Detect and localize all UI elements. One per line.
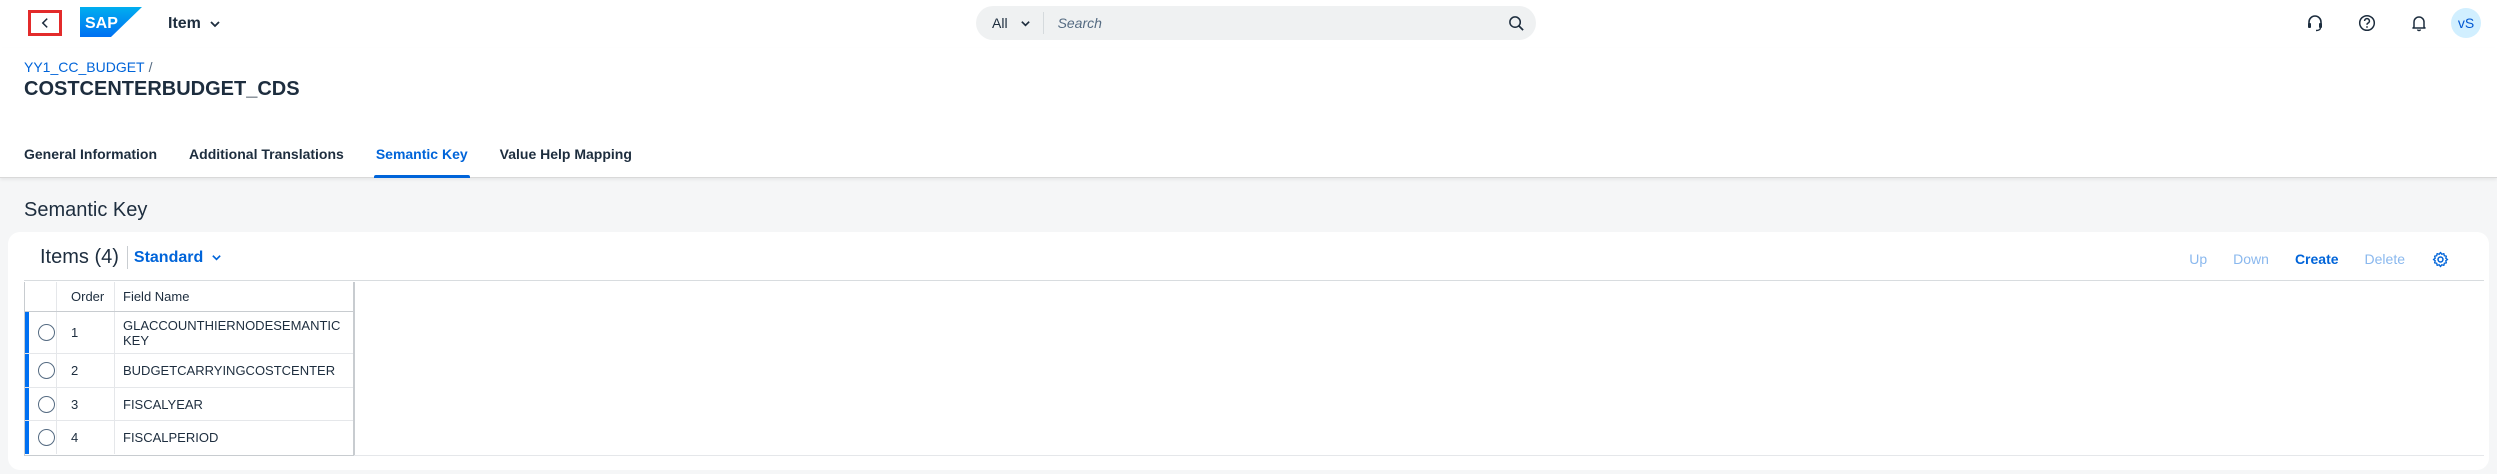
table-empty-area: [354, 282, 2484, 456]
gear-icon: [2432, 251, 2448, 267]
table-row[interactable]: 2 BUDGETCARRYINGCOSTCENTER: [25, 354, 353, 388]
breadcrumb: YY1_CC_BUDGET /: [24, 59, 152, 75]
row-select-radio[interactable]: [38, 362, 55, 379]
table-toolbar: Up Down Create Delete: [2189, 250, 2449, 268]
delete-button[interactable]: Delete: [2365, 251, 2405, 267]
app-title-menu[interactable]: Item: [168, 12, 221, 36]
object-page-header: YY1_CC_BUDGET / COSTCENTERBUDGET_CDS Gen…: [0, 48, 2497, 178]
chevron-down-icon: [1020, 20, 1030, 27]
variant-management[interactable]: Standard: [134, 249, 222, 267]
sap-logo[interactable]: SAP: [80, 7, 142, 37]
row-select-radio[interactable]: [38, 395, 55, 413]
section-title: Semantic Key: [24, 199, 148, 221]
search-icon: [1508, 15, 1524, 31]
cell-field-name: FISCALYEAR: [114, 388, 353, 420]
variant-label: Standard: [133, 248, 204, 266]
column-header-order[interactable]: Order: [56, 282, 114, 311]
cell-order: 2: [56, 354, 114, 387]
cell-field-name: BUDGETCARRYINGCOSTCENTER: [114, 354, 353, 387]
row-highlight: [25, 354, 29, 387]
row-select-radio[interactable]: [38, 429, 55, 446]
table-divider: [24, 280, 2484, 281]
tab-semantic-key[interactable]: Semantic Key: [373, 147, 470, 178]
cell-order: 4: [56, 421, 114, 454]
create-button[interactable]: Create: [2295, 251, 2339, 267]
user-avatar[interactable]: vS: [2451, 8, 2481, 38]
search-input[interactable]: [1043, 6, 1496, 40]
cell-field-name: FISCALPERIOD: [114, 421, 353, 454]
help-icon: [2358, 14, 2376, 32]
help-button[interactable]: [2349, 6, 2385, 40]
search-button[interactable]: [1496, 6, 1536, 40]
tab-value-help-mapping[interactable]: Value Help Mapping: [500, 147, 632, 178]
breadcrumb-separator: /: [148, 59, 153, 75]
search-scope-select[interactable]: All: [976, 12, 1044, 34]
breadcrumb-link[interactable]: YY1_CC_BUDGET: [24, 59, 145, 75]
tab-additional-translations[interactable]: Additional Translations: [189, 147, 344, 178]
support-button[interactable]: [2297, 6, 2333, 40]
cell-order: 3: [56, 388, 114, 420]
app-title: Item: [168, 15, 201, 32]
chevron-down-icon: [212, 255, 222, 261]
bell-icon: [2412, 16, 2426, 32]
notifications-button[interactable]: [2401, 6, 2437, 40]
search-scope-label: All: [992, 15, 1008, 31]
chevron-left-icon: [41, 18, 48, 28]
tab-bar: General Information Additional Translati…: [24, 147, 632, 178]
table-row[interactable]: 4 FISCALPERIOD: [25, 421, 353, 454]
back-button[interactable]: [28, 10, 62, 36]
down-button[interactable]: Down: [2233, 251, 2269, 267]
table-header: Items (4) Standard: [40, 246, 222, 269]
items-table: Order Field Name 1 GLACCOUNTHIERNODESEMA…: [24, 282, 354, 456]
tab-general-information[interactable]: General Information: [24, 147, 157, 178]
up-button[interactable]: Up: [2189, 251, 2207, 267]
items-table-card: Items (4) Standard Up Down Create Delete…: [8, 232, 2489, 470]
chevron-down-icon: [210, 21, 220, 28]
row-select-radio[interactable]: [38, 324, 55, 341]
page-title: COSTCENTERBUDGET_CDS: [24, 78, 300, 100]
shell-bar: SAP Item All vS: [0, 0, 2497, 48]
search-bar: All: [976, 6, 1536, 40]
cell-order: 1: [56, 312, 114, 353]
cell-field-name: GLACCOUNTHIERNODESEMANTICKEY: [114, 312, 353, 353]
table-row[interactable]: 1 GLACCOUNTHIERNODESEMANTICKEY: [25, 312, 353, 354]
row-highlight: [25, 388, 29, 420]
shell-actions: vS: [2281, 6, 2497, 40]
table-header-row: Order Field Name: [25, 282, 353, 312]
table-title: Items (4): [40, 246, 128, 269]
row-highlight: [25, 312, 29, 353]
table-bottom-border: [354, 455, 2484, 456]
table-settings-button[interactable]: [2431, 250, 2449, 268]
row-highlight: [25, 421, 29, 454]
logo-text: SAP: [85, 15, 118, 32]
table-row[interactable]: 3 FISCALYEAR: [25, 388, 353, 421]
column-header-field-name[interactable]: Field Name: [114, 282, 353, 311]
headset-icon: [2308, 15, 2322, 32]
